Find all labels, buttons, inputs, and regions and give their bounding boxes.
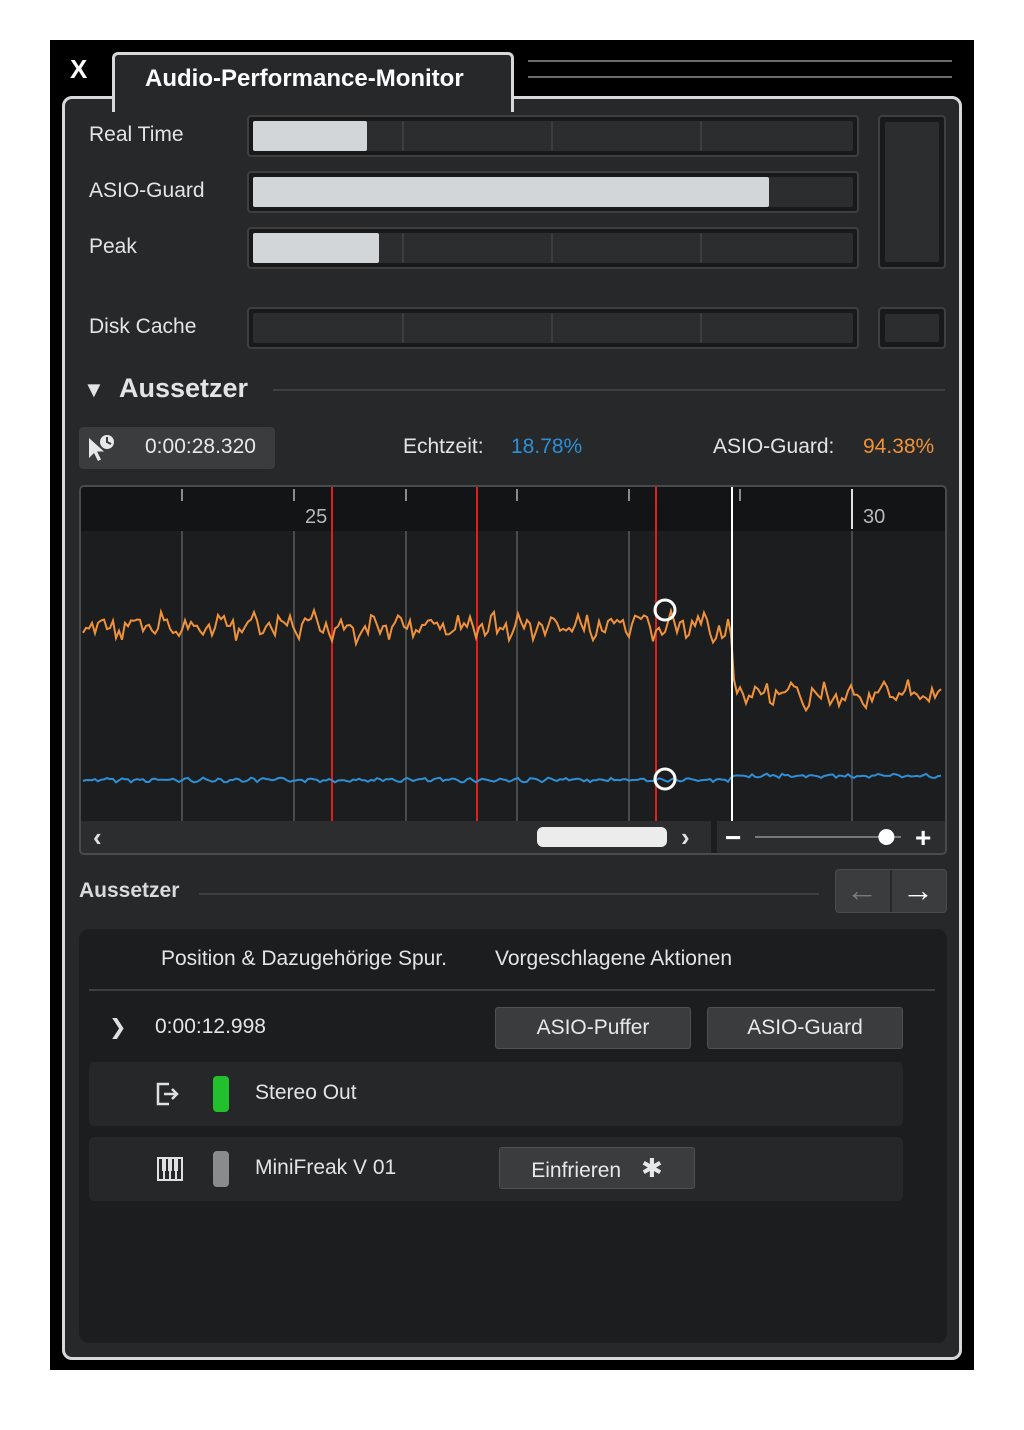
track-name: MiniFreak V 01	[255, 1156, 397, 1179]
ruler-label-30: 30	[863, 506, 885, 528]
current-time: 0:00:28.320	[145, 435, 256, 458]
time-locator[interactable]: 0:00:28.320	[79, 427, 275, 469]
track-row-minifreak[interactable]: MiniFreak V 01 Einfrieren ✱	[89, 1137, 903, 1201]
asioguard-cursor-point	[653, 598, 677, 622]
performance-graph-svg: 25 30 ‹ › − +	[81, 487, 945, 853]
collapse-triangle-icon[interactable]: ▼	[83, 377, 105, 403]
disk-overload-indicator	[878, 307, 946, 349]
close-button[interactable]: X	[70, 54, 87, 84]
performance-monitor-window: X Audio-Performance-Monitor Real Time AS…	[50, 40, 974, 1370]
section-title-aussetzer[interactable]: Aussetzer	[119, 373, 248, 404]
freeze-label: Einfrieren	[531, 1159, 622, 1182]
dropout-navigation: ← →	[835, 869, 947, 913]
track-color-indicator	[213, 1151, 229, 1187]
divider	[273, 389, 945, 391]
realtime-value: 18.78%	[511, 435, 583, 458]
dropout-list-title: Aussetzer	[79, 879, 180, 902]
freeze-button[interactable]: Einfrieren ✱	[499, 1147, 695, 1189]
header-divider	[89, 989, 935, 991]
monitor-panel: Real Time ASIO-Guard Peak Disk Cache ▼ A…	[62, 96, 962, 1360]
meter-label-asio-guard: ASIO-Guard	[89, 179, 205, 202]
asioguard-label: ASIO-Guard:	[713, 435, 835, 458]
meter-disk-cache	[247, 307, 859, 349]
meter-real-time	[247, 115, 859, 157]
asio-buffer-button[interactable]: ASIO-Puffer	[495, 1007, 691, 1049]
title-bar-grip	[528, 60, 952, 78]
previous-dropout-button[interactable]: ←	[846, 872, 878, 908]
realtime-label: Echtzeit:	[403, 435, 484, 458]
horizontal-scroll-thumb[interactable]	[537, 827, 667, 847]
track-name: Stereo Out	[255, 1081, 357, 1104]
output-icon	[156, 1082, 179, 1106]
meter-label-real-time: Real Time	[89, 123, 184, 146]
track-row-stereo-out[interactable]: Stereo Out	[89, 1062, 903, 1126]
dropout-time[interactable]: 0:00:12.998	[155, 1015, 266, 1039]
performance-graph[interactable]: 25 30 ‹ › − +	[79, 485, 947, 855]
expand-row-chevron-icon[interactable]: ❯	[109, 1015, 127, 1040]
scroll-right-button[interactable]: ›	[681, 822, 690, 852]
asioguard-value: 94.38%	[863, 435, 935, 458]
ruler-label-25: 25	[305, 506, 327, 528]
tab-audio-performance-monitor[interactable]: Audio-Performance-Monitor	[112, 52, 514, 112]
dropout-table: Position & Dazugehörige Spur. Vorgeschla…	[79, 929, 947, 1343]
zoom-out-button[interactable]: −	[725, 822, 741, 853]
asio-guard-button[interactable]: ASIO-Guard	[707, 1007, 903, 1049]
locate-cursor-icon	[89, 435, 114, 461]
piano-keys-icon	[157, 1157, 183, 1181]
meter-fill-asio-guard	[253, 177, 769, 207]
track-color-indicator	[213, 1076, 229, 1112]
scroll-left-button[interactable]: ‹	[93, 822, 102, 852]
window-title: Audio-Performance-Monitor	[145, 65, 464, 92]
meter-label-disk-cache: Disk Cache	[89, 315, 197, 338]
freeze-snowflake-icon: ✱	[640, 1153, 663, 1183]
zoom-in-button[interactable]: +	[915, 822, 931, 853]
meter-fill-peak	[253, 233, 379, 263]
column-header-actions: Vorgeschlagene Aktionen	[495, 947, 733, 970]
overload-indicator	[878, 115, 946, 269]
meter-asio-guard	[247, 171, 859, 213]
zoom-slider-knob[interactable]	[878, 829, 895, 845]
meter-peak	[247, 227, 859, 269]
next-dropout-button[interactable]: →	[902, 872, 934, 908]
asioguard-series-line	[82, 607, 942, 713]
meter-label-peak: Peak	[89, 235, 137, 258]
realtime-series-line	[82, 772, 942, 784]
column-header-position: Position & Dazugehörige Spur.	[161, 947, 448, 970]
meter-fill-real-time	[253, 121, 367, 151]
divider	[199, 893, 819, 895]
